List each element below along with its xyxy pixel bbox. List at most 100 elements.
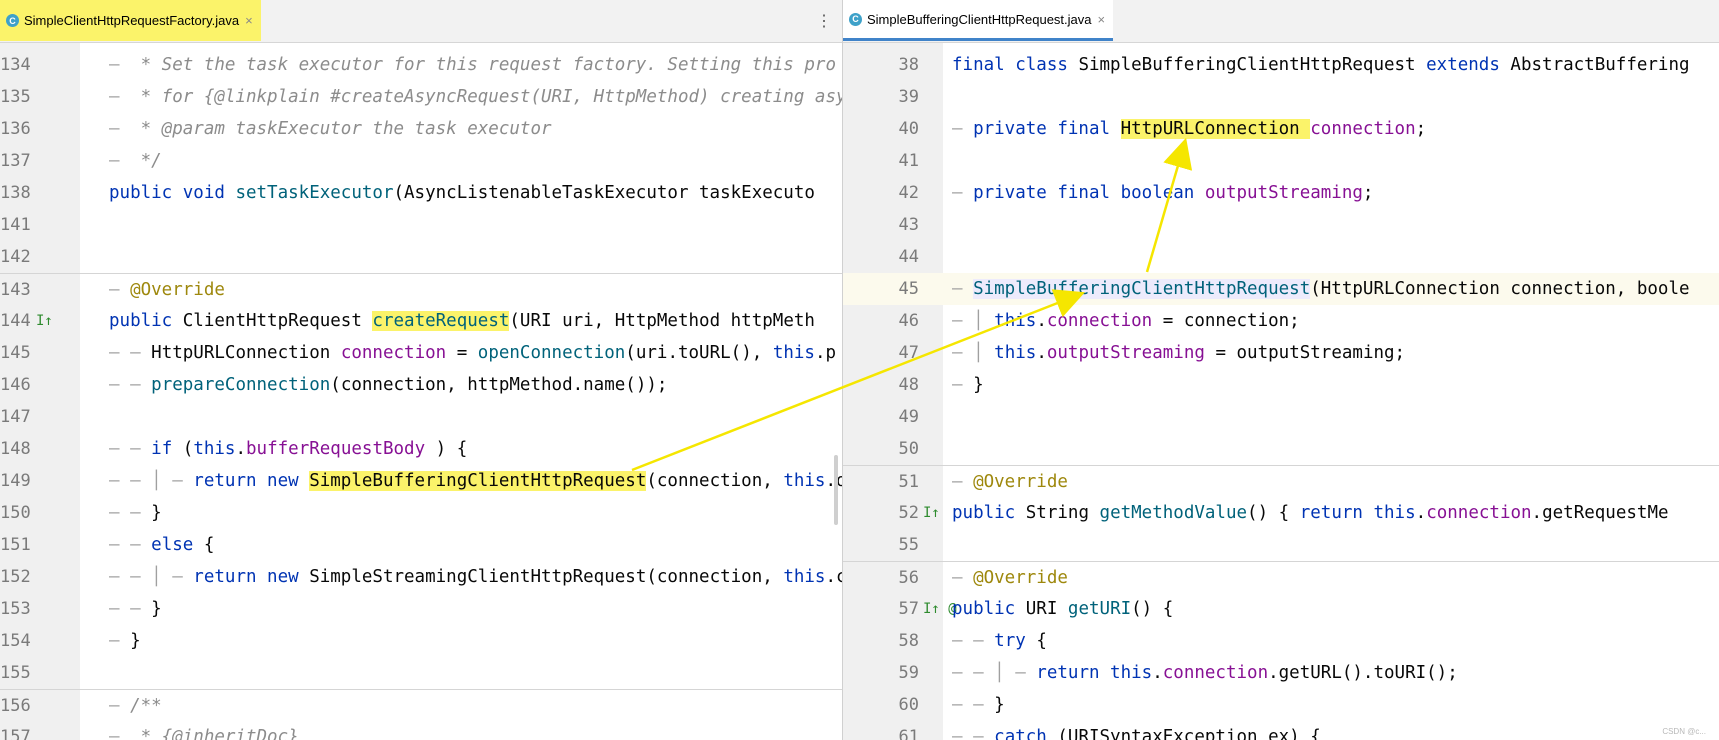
line-number[interactable]: 146 [0, 369, 31, 401]
more-options-icon[interactable]: ⋮ [816, 11, 832, 31]
code-line[interactable]: 61 — — catch (URISyntaxException ex) { [843, 721, 1719, 740]
code-line[interactable]: 136 — * @param taskExecutor the task exec… [0, 113, 842, 145]
line-number[interactable]: 61 [889, 721, 919, 740]
line-number[interactable]: 49 [889, 401, 919, 433]
line-number[interactable]: 41 [889, 145, 919, 177]
code-line[interactable]: 39 [843, 81, 1719, 113]
code-line[interactable]: 148 — — if (this.bufferRequestBody ) { [0, 433, 842, 465]
code-line[interactable]: 52 I↑ public String getMethodValue() { ret… [843, 497, 1719, 529]
code-line[interactable]: 138 public void setTaskExecutor(AsyncList… [0, 177, 842, 209]
line-number[interactable]: 150 [0, 497, 31, 529]
line-number[interactable]: 58 [889, 625, 919, 657]
code-text: — * for {@linkplain #createAsyncRequest(… [109, 81, 842, 113]
line-number[interactable]: 48 [889, 369, 919, 401]
line-number[interactable]: 46 [889, 305, 919, 337]
code-line[interactable]: 48 — } [843, 369, 1719, 401]
left-tab-bar: C SimpleClientHttpRequestFactory.java × … [0, 0, 842, 43]
line-number[interactable]: 138 [0, 177, 31, 209]
line-number[interactable]: 60 [889, 689, 919, 721]
code-token: } [130, 631, 141, 651]
code-line[interactable]: 137 — */ [0, 145, 842, 177]
line-number[interactable]: 154 [0, 625, 31, 657]
code-line[interactable]: 50 [843, 433, 1719, 465]
line-number[interactable]: 57 [889, 593, 919, 625]
scrollbar-thumb[interactable] [834, 455, 838, 525]
code-line[interactable]: 42 — private final boolean outputStreamin… [843, 177, 1719, 209]
code-line[interactable]: 154 — } [0, 625, 842, 657]
implements-override-icon[interactable]: I↑ [923, 497, 940, 529]
close-icon[interactable]: × [1098, 12, 1106, 27]
line-number[interactable]: 38 [889, 49, 919, 81]
line-number[interactable]: 148 [0, 433, 31, 465]
line-number[interactable]: 155 [0, 657, 31, 689]
code-line[interactable]: 151 — — else { [0, 529, 842, 561]
code-line[interactable]: 134 — * Set the task executor for this re… [0, 49, 842, 81]
code-line[interactable]: 147 [0, 401, 842, 433]
code-line[interactable]: 155 [0, 657, 842, 689]
code-line[interactable]: 56 — @Override [843, 561, 1719, 594]
line-number[interactable]: 151 [0, 529, 31, 561]
line-number[interactable]: 141 [0, 209, 31, 241]
line-number[interactable]: 153 [0, 593, 31, 625]
line-number[interactable]: 143 [0, 274, 31, 306]
line-number[interactable]: 135 [0, 81, 31, 113]
code-line[interactable]: 49 [843, 401, 1719, 433]
close-icon[interactable]: × [245, 13, 253, 28]
code-line[interactable]: 145 — — HttpURLConnection connection = op… [0, 337, 842, 369]
line-number[interactable]: 149 [0, 465, 31, 497]
code-line[interactable]: 157 — * {@inheritDoc} [0, 721, 842, 740]
tab-simple-client-http-request-factory[interactable]: C SimpleClientHttpRequestFactory.java × [0, 0, 261, 41]
line-number[interactable]: 156 [0, 690, 31, 722]
line-number[interactable]: 51 [889, 466, 919, 498]
line-number[interactable]: 39 [889, 81, 919, 113]
line-number[interactable]: 157 [0, 721, 31, 740]
code-line[interactable]: 55 [843, 529, 1719, 561]
code-line[interactable]: 150 — — } [0, 497, 842, 529]
code-line[interactable]: 141 [0, 209, 842, 241]
code-line[interactable]: 142 [0, 241, 842, 273]
line-number[interactable]: 47 [889, 337, 919, 369]
line-number[interactable]: 44 [889, 241, 919, 273]
code-line[interactable]: 59 — — │ — return this.connection.getURL(… [843, 657, 1719, 689]
code-line[interactable]: 43 [843, 209, 1719, 241]
code-line[interactable]: 153 — — } [0, 593, 842, 625]
line-number[interactable]: 145 [0, 337, 31, 369]
line-number[interactable]: 137 [0, 145, 31, 177]
line-number[interactable]: 43 [889, 209, 919, 241]
line-number[interactable]: 52 [889, 497, 919, 529]
code-line[interactable]: 45 — SimpleBufferingClientHttpRequest(Htt… [843, 273, 1719, 305]
line-number[interactable]: 136 [0, 113, 31, 145]
implements-override-icon[interactable]: I↑ [36, 305, 53, 337]
code-token: (connection, httpMethod.name()); [330, 375, 668, 395]
code-line[interactable]: 58 — — try { [843, 625, 1719, 657]
code-line[interactable]: 143 — @Override [0, 273, 842, 306]
line-number[interactable]: 152 [0, 561, 31, 593]
code-line[interactable]: 46 — │ this.connection = connection; [843, 305, 1719, 337]
code-line[interactable]: 38 final class SimpleBufferingClientHttpR… [843, 49, 1719, 81]
code-line[interactable]: 135 — * for {@linkplain #createAsyncReque… [0, 81, 842, 113]
tab-simple-buffering-client-http-request[interactable]: C SimpleBufferingClientHttpRequest.java … [843, 0, 1114, 41]
code-line[interactable]: 47 — │ this.outputStreaming = outputStrea… [843, 337, 1719, 369]
code-line[interactable]: 40 — private final HttpURLConnection conn… [843, 113, 1719, 145]
line-number[interactable]: 42 [889, 177, 919, 209]
code-line[interactable]: 149 — — │ — return new SimpleBufferingCli… [0, 465, 842, 497]
code-line[interactable]: 44 [843, 241, 1719, 273]
line-number[interactable]: 55 [889, 529, 919, 561]
line-number[interactable]: 56 [889, 562, 919, 594]
code-line[interactable]: 146 — — prepareConnection(connection, htt… [0, 369, 842, 401]
code-line[interactable]: 152 — — │ — return new SimpleStreamingCli… [0, 561, 842, 593]
code-line[interactable]: 41 [843, 145, 1719, 177]
code-line[interactable]: 144 I↑ public ClientHttpRequest createRequ… [0, 305, 842, 337]
line-number[interactable]: 142 [0, 241, 31, 273]
code-line[interactable]: 156 — /** [0, 689, 842, 722]
line-number[interactable]: 40 [889, 113, 919, 145]
line-number[interactable]: 147 [0, 401, 31, 433]
line-number[interactable]: 134 [0, 49, 31, 81]
code-line[interactable]: 51 — @Override [843, 465, 1719, 498]
code-line[interactable]: 60 — — } [843, 689, 1719, 721]
line-number[interactable]: 144 [0, 305, 31, 337]
line-number[interactable]: 50 [889, 433, 919, 465]
line-number[interactable]: 45 [889, 273, 919, 305]
line-number[interactable]: 59 [889, 657, 919, 689]
code-line[interactable]: 57 I↑ @ public URI getURI() { [843, 593, 1719, 625]
